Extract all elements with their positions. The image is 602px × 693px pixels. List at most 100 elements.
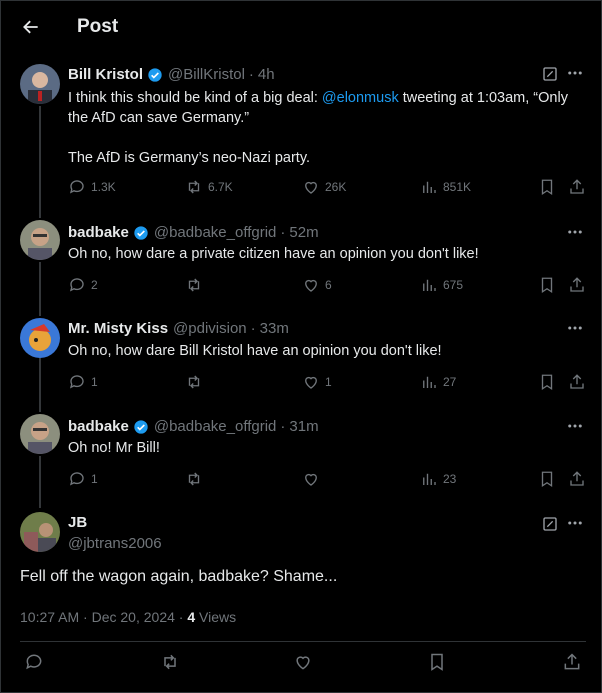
reply-button[interactable] [24, 652, 44, 672]
back-button[interactable] [18, 14, 44, 40]
author-name[interactable]: Bill Kristol [68, 66, 143, 83]
thread-post[interactable]: badbake @badbake_offgrid · 31m Oh no! Mr… [0, 414, 602, 494]
author-handle[interactable]: @BillKristol [168, 66, 245, 83]
share-button[interactable] [568, 470, 586, 488]
main-action-bar [0, 652, 602, 682]
share-button[interactable] [568, 373, 586, 391]
grok-icon[interactable] [542, 66, 558, 82]
reply-icon [69, 472, 84, 486]
views-count: 27 [443, 375, 457, 389]
like-button[interactable]: 26K [302, 178, 346, 196]
like-count: 6 [325, 278, 332, 292]
post-time[interactable]: 52m [289, 224, 318, 241]
main-post-header: JB @jbtrans2006 [0, 512, 602, 562]
views-button[interactable]: 27 [420, 373, 456, 391]
bookmark-button[interactable] [427, 652, 447, 672]
reply-button[interactable]: 1 [68, 470, 98, 488]
bookmark-button[interactable] [538, 373, 556, 391]
author-handle[interactable]: @badbake_offgrid [154, 418, 277, 435]
like-button[interactable]: 1 [302, 373, 332, 391]
like-icon [305, 181, 317, 194]
reply-button[interactable]: 1 [68, 373, 98, 391]
reply-button[interactable]: 2 [68, 276, 98, 294]
avatar[interactable] [20, 64, 60, 104]
post-time[interactable]: 4h [258, 66, 275, 83]
like-count: 1 [325, 375, 332, 389]
bookmark-button[interactable] [538, 276, 556, 294]
repost-button[interactable] [160, 652, 180, 672]
post-date[interactable]: Dec 20, 2024 [92, 609, 175, 625]
thread-post[interactable]: Bill Kristol @BillKristol · 4h I think t… [0, 64, 602, 204]
like-button[interactable]: 6 [302, 276, 332, 294]
bookmark-button[interactable] [538, 470, 556, 488]
avatar[interactable] [20, 512, 60, 552]
views-button[interactable]: 23 [420, 470, 456, 488]
views-count: 23 [443, 472, 457, 486]
author-handle[interactable]: @pdivision [173, 320, 247, 337]
views-button[interactable]: 675 [420, 276, 463, 294]
separator-dot: · [83, 609, 92, 625]
post-time[interactable]: 31m [289, 418, 318, 435]
views-button[interactable]: 851K [420, 178, 471, 196]
reply-count: 1 [91, 472, 98, 486]
repost-icon [188, 375, 200, 389]
mention-link[interactable]: @elonmusk [322, 90, 399, 106]
more-icon[interactable] [566, 417, 584, 435]
more-icon[interactable] [566, 223, 584, 241]
views-icon [423, 279, 436, 291]
separator-dot: · [250, 320, 256, 337]
repost-icon [164, 654, 176, 670]
like-button[interactable] [293, 652, 313, 672]
avatar[interactable] [20, 318, 60, 358]
reply-count: 2 [91, 278, 98, 292]
avatar[interactable] [20, 220, 60, 260]
avatar[interactable] [20, 414, 60, 454]
reply-button[interactable]: 1.3K [68, 178, 116, 196]
reply-icon [69, 180, 84, 194]
share-button[interactable] [568, 178, 586, 196]
like-button[interactable] [302, 470, 325, 488]
grok-icon[interactable] [542, 516, 558, 532]
reply-icon [69, 278, 84, 292]
action-bar: 1 1 27 [68, 373, 588, 393]
post-time[interactable]: 33m [260, 320, 289, 337]
post-timestamp[interactable]: 10:27 AM [20, 609, 79, 625]
thread-post[interactable]: badbake @badbake_offgrid · 52m Oh no, ho… [0, 220, 602, 300]
repost-button[interactable] [185, 373, 208, 391]
post-text-part: I think this should be kind of a big dea… [68, 90, 322, 106]
author-handle[interactable]: @jbtrans2006 [68, 535, 162, 552]
views-icon [423, 376, 436, 388]
share-button[interactable] [568, 276, 586, 294]
share-icon [570, 179, 584, 194]
thread-post[interactable]: Mr. Misty Kiss @pdivision · 33m Oh no, h… [0, 318, 602, 398]
author-name[interactable]: badbake [68, 224, 129, 241]
repost-icon [188, 180, 200, 194]
separator-dot: · [280, 224, 286, 241]
post-text: Oh no, how dare Bill Kristol have an opi… [68, 343, 442, 359]
author-handle[interactable]: @badbake_offgrid [154, 224, 277, 241]
bookmark-icon [541, 179, 553, 196]
repost-button[interactable] [185, 276, 208, 294]
divider [20, 641, 586, 642]
reply-icon [69, 375, 84, 389]
author-name[interactable]: JB [68, 514, 87, 531]
repost-button[interactable]: 6.7K [185, 178, 233, 196]
repost-icon [188, 278, 200, 292]
post-text: I think this should be kind of a big dea… [68, 88, 588, 128]
more-icon[interactable] [566, 514, 584, 532]
more-icon[interactable] [566, 64, 584, 82]
author-name[interactable]: Mr. Misty Kiss [68, 320, 168, 337]
views-count: 4 [187, 609, 196, 625]
author-name[interactable]: badbake [68, 418, 129, 435]
repost-button[interactable] [185, 470, 208, 488]
bookmark-icon [541, 471, 553, 488]
verified-badge-icon [148, 67, 162, 82]
header: Post [0, 0, 602, 56]
verified-badge-icon [134, 225, 148, 240]
share-button[interactable] [562, 652, 582, 672]
views-label: Views [199, 609, 237, 625]
separator-dot: · [280, 418, 286, 435]
like-icon [296, 656, 310, 670]
more-icon[interactable] [566, 319, 584, 337]
bookmark-button[interactable] [538, 178, 556, 196]
